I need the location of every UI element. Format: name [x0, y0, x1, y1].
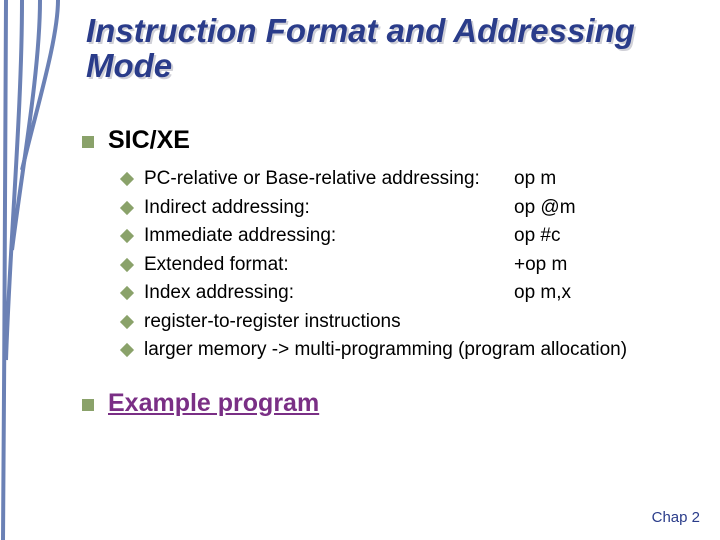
diamond-bullet-icon — [120, 343, 134, 357]
diamond-bullet-icon — [120, 200, 134, 214]
section-heading-row: SIC/XE — [82, 126, 682, 155]
slide-title: Instruction Format and Addressing Mode — [86, 14, 686, 83]
example-link-row: Example program — [82, 389, 682, 418]
list-item: PC-relative or Base-relative addressing:… — [122, 165, 682, 194]
item-text: Immediate addressing: — [144, 222, 514, 251]
item-text: Indirect addressing: — [144, 194, 514, 223]
item-code: +op m — [514, 251, 567, 280]
diamond-bullet-icon — [120, 229, 134, 243]
footer-chapter: Chap 2 — [652, 509, 700, 526]
list-item: larger memory -> multi-programming (prog… — [122, 336, 682, 365]
list-item: Immediate addressing: op #c — [122, 222, 682, 251]
item-text: Extended format: — [144, 251, 514, 280]
diamond-bullet-icon — [120, 257, 134, 271]
list-item: Index addressing: op m,x — [122, 279, 682, 308]
diamond-bullet-icon — [120, 172, 134, 186]
square-bullet-icon — [82, 399, 94, 411]
item-code: op @m — [514, 194, 576, 223]
diamond-bullet-icon — [120, 286, 134, 300]
diamond-bullet-icon — [120, 314, 134, 328]
item-text: Index addressing: — [144, 279, 514, 308]
item-text: PC-relative or Base-relative addressing: — [144, 165, 514, 194]
item-code: op m,x — [514, 279, 571, 308]
slide: Instruction Format and Addressing Mode S… — [0, 0, 720, 540]
list-item: register-to-register instructions — [122, 308, 682, 337]
square-bullet-icon — [82, 136, 94, 148]
item-text: larger memory -> multi-programming (prog… — [144, 336, 627, 365]
item-text: register-to-register instructions — [144, 308, 401, 337]
example-program-link[interactable]: Example program — [108, 389, 319, 418]
item-code: op m — [514, 165, 556, 194]
left-ornament — [0, 0, 60, 540]
list-item: Indirect addressing: op @m — [122, 194, 682, 223]
sub-bullet-list: PC-relative or Base-relative addressing:… — [122, 165, 682, 365]
list-item: Extended format: +op m — [122, 251, 682, 280]
slide-body: SIC/XE PC-relative or Base-relative addr… — [82, 122, 682, 428]
section-heading: SIC/XE — [108, 126, 190, 155]
item-code: op #c — [514, 222, 560, 251]
